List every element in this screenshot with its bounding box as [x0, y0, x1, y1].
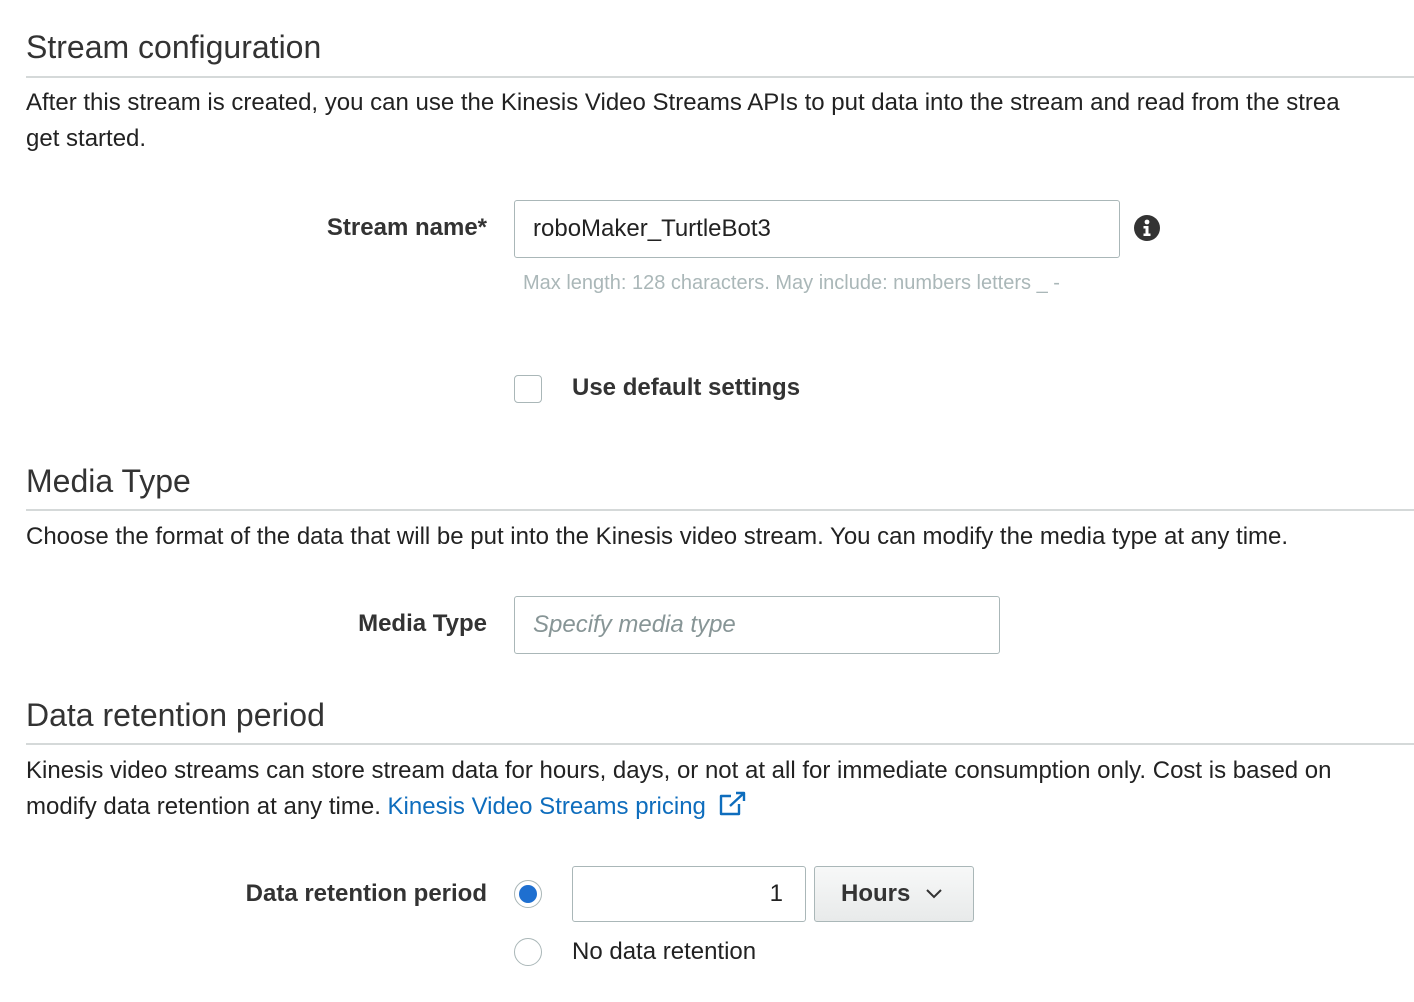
media-type-description: Choose the format of the data that will …: [26, 523, 1289, 550]
info-icon[interactable]: [1133, 214, 1161, 242]
section-title-media-type: Media Type: [26, 463, 191, 499]
data-retention-label: Data retention period: [245, 880, 487, 907]
retention-period-radio[interactable]: [514, 880, 542, 908]
stream-name-label: Stream name*: [326, 214, 487, 241]
stream-config-description: After this stream is created, you can us…: [26, 85, 1340, 157]
stream-config-description-line2: get started.: [26, 125, 147, 152]
pricing-link-label[interactable]: Kinesis Video Streams pricing: [388, 793, 706, 820]
chevron-down-icon: [926, 889, 943, 899]
external-link-icon[interactable]: [717, 791, 747, 828]
media-type-label: Media Type: [358, 610, 487, 637]
data-retention-description-line1: Kinesis video streams can store stream d…: [26, 757, 1332, 784]
data-retention-description-line2-text: modify data retention at any time.: [26, 793, 381, 820]
data-retention-description: Kinesis video streams can store stream d…: [26, 753, 1332, 828]
use-default-settings-label[interactable]: Use default settings: [572, 376, 800, 400]
section-divider: [26, 743, 1414, 745]
retention-period-input[interactable]: 1: [572, 866, 806, 922]
stream-config-description-line1: After this stream is created, you can us…: [26, 89, 1340, 116]
retention-period-value: 1: [769, 880, 783, 907]
use-default-settings-checkbox[interactable]: [514, 375, 542, 403]
stream-name-input[interactable]: roboMaker_TurtleBot3: [514, 200, 1120, 258]
pricing-link[interactable]: Kinesis Video Streams pricing: [388, 791, 747, 820]
section-divider: [26, 509, 1414, 511]
radio-selected-dot: [519, 885, 537, 903]
retention-unit-label: Hours: [841, 880, 911, 907]
section-title-data-retention: Data retention period: [26, 697, 325, 733]
section-title-stream-configuration: Stream configuration: [26, 29, 322, 65]
media-type-placeholder: Specify media type: [533, 611, 736, 638]
retention-unit-select[interactable]: Hours: [814, 866, 974, 922]
stream-name-hint: Max length: 128 characters. May include:…: [523, 272, 1060, 294]
no-data-retention-label[interactable]: No data retention: [572, 940, 756, 964]
media-type-input[interactable]: Specify media type: [514, 596, 1000, 654]
stream-name-value: roboMaker_TurtleBot3: [533, 215, 771, 242]
no-data-retention-radio[interactable]: [514, 938, 542, 966]
section-divider: [26, 76, 1414, 78]
data-retention-description-line2: modify data retention at any time. Kines…: [26, 789, 1332, 828]
